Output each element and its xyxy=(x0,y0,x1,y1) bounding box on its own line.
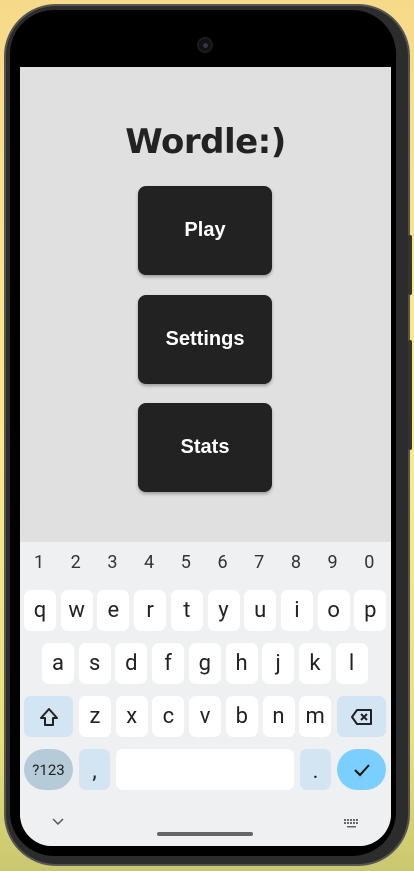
volume-button xyxy=(408,235,412,295)
key-s[interactable]: s xyxy=(78,643,111,684)
key-k[interactable]: k xyxy=(298,643,331,684)
key-l[interactable]: l xyxy=(335,643,368,684)
key-a[interactable]: a xyxy=(42,643,74,684)
key-d[interactable]: d xyxy=(115,643,148,684)
settings-button[interactable]: Settings xyxy=(138,295,272,384)
screen: Wordle:) Play Settings Stats ?123 , . 12… xyxy=(20,67,391,846)
key-z[interactable]: z xyxy=(79,696,111,737)
check-icon xyxy=(353,763,370,776)
backspace-key[interactable] xyxy=(337,696,386,737)
number-key-5[interactable]: 5 xyxy=(171,552,201,573)
shift-key[interactable] xyxy=(24,696,73,737)
key-r[interactable]: r xyxy=(134,590,167,631)
number-key-2[interactable]: 2 xyxy=(61,552,91,573)
key-w[interactable]: w xyxy=(60,590,93,631)
key-q[interactable]: q xyxy=(24,590,56,631)
home-indicator[interactable] xyxy=(157,832,253,836)
key-m[interactable]: m xyxy=(299,696,332,737)
space-key[interactable] xyxy=(116,749,294,790)
number-key-0[interactable]: 0 xyxy=(354,552,384,573)
key-h[interactable]: h xyxy=(225,643,258,684)
camera-icon xyxy=(197,37,213,53)
symbols-key[interactable]: ?123 xyxy=(24,749,73,790)
number-key-3[interactable]: 3 xyxy=(97,552,127,573)
key-i[interactable]: i xyxy=(280,590,313,631)
key-e[interactable]: e xyxy=(97,590,130,631)
key-g[interactable]: g xyxy=(188,643,221,684)
key-t[interactable]: t xyxy=(170,590,203,631)
enter-key[interactable] xyxy=(337,749,386,790)
stats-button[interactable]: Stats xyxy=(138,403,272,492)
hide-keyboard-button[interactable] xyxy=(52,814,64,830)
number-key-8[interactable]: 8 xyxy=(281,552,311,573)
power-button xyxy=(408,340,412,450)
key-f[interactable]: f xyxy=(152,643,185,684)
key-y[interactable]: y xyxy=(207,590,240,631)
key-x[interactable]: x xyxy=(115,696,148,737)
number-key-7[interactable]: 7 xyxy=(244,552,274,573)
number-key-6[interactable]: 6 xyxy=(208,552,238,573)
key-n[interactable]: n xyxy=(262,696,295,737)
play-button[interactable]: Play xyxy=(138,186,272,275)
number-key-1[interactable]: 1 xyxy=(24,552,54,573)
key-p[interactable]: p xyxy=(354,590,387,631)
switch-keyboard-button[interactable] xyxy=(344,817,360,833)
key-j[interactable]: j xyxy=(262,643,295,684)
comma-key[interactable]: , xyxy=(79,749,110,790)
key-b[interactable]: b xyxy=(225,696,258,737)
backspace-icon xyxy=(350,708,372,725)
keyboard-icon xyxy=(344,819,358,828)
key-u[interactable]: u xyxy=(244,590,277,631)
keyboard: ?123 , . 1234567890 qwertyuiop asdfghjkl zx… xyxy=(20,542,391,846)
period-key[interactable]: . xyxy=(300,749,331,790)
page-title: Wordle:) xyxy=(125,122,286,162)
number-key-4[interactable]: 4 xyxy=(134,552,164,573)
key-c[interactable]: c xyxy=(152,696,185,737)
number-key-9[interactable]: 9 xyxy=(318,552,348,573)
shift-icon xyxy=(39,707,58,726)
chevron-down-icon xyxy=(52,818,64,826)
key-o[interactable]: o xyxy=(317,590,350,631)
key-v[interactable]: v xyxy=(189,696,222,737)
